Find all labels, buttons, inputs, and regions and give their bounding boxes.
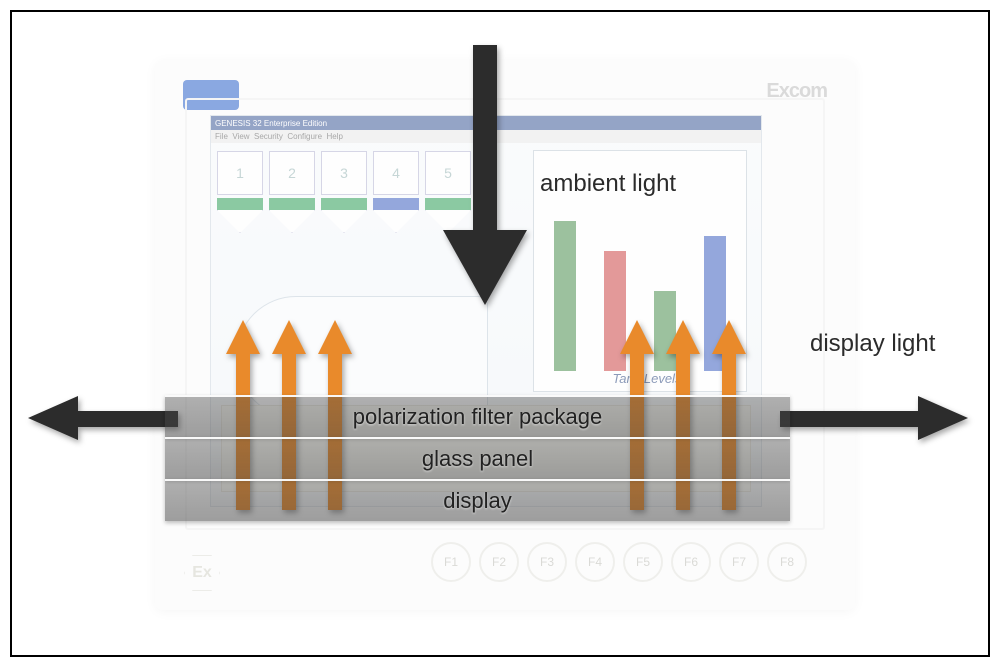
layer-label: display bbox=[443, 488, 511, 514]
ambient-light-label: ambient light bbox=[540, 170, 676, 198]
menu-view: View bbox=[232, 132, 249, 141]
silo: 3 bbox=[321, 151, 367, 233]
layer-stack: polarization filter package glass panel … bbox=[165, 395, 790, 521]
window-title: GENESIS 32 Enterprise Edition bbox=[215, 119, 327, 128]
reflected-left-arrow-icon bbox=[28, 393, 178, 443]
fkey[interactable]: F3 bbox=[527, 542, 567, 582]
function-key-row: F1 F2 F3 F4 F5 F6 F7 F8 bbox=[431, 542, 807, 582]
fkey[interactable]: F4 bbox=[575, 542, 615, 582]
fkey[interactable]: F5 bbox=[623, 542, 663, 582]
reflected-right-arrow-icon bbox=[780, 393, 970, 443]
menu-file: File bbox=[215, 132, 228, 141]
fkey[interactable]: F8 bbox=[767, 542, 807, 582]
menu-security: Security bbox=[254, 132, 283, 141]
layer-glass: glass panel bbox=[165, 437, 790, 479]
menu-configure: Configure bbox=[287, 132, 322, 141]
fkey[interactable]: F6 bbox=[671, 542, 711, 582]
silo: 2 bbox=[269, 151, 315, 233]
fkey[interactable]: F2 bbox=[479, 542, 519, 582]
layer-label: polarization filter package bbox=[353, 404, 602, 430]
ex-mark: Ex bbox=[183, 554, 221, 592]
silo: 4 bbox=[373, 151, 419, 233]
layer-label: glass panel bbox=[422, 446, 533, 472]
silo: 1 bbox=[217, 151, 263, 233]
fkey[interactable]: F7 bbox=[719, 542, 759, 582]
display-light-label: display light bbox=[810, 330, 935, 358]
layer-display: display bbox=[165, 479, 790, 521]
layer-polarization: polarization filter package bbox=[165, 395, 790, 437]
ambient-light-arrow-icon bbox=[435, 45, 535, 310]
fkey[interactable]: F1 bbox=[431, 542, 471, 582]
menu-help: Help bbox=[327, 132, 343, 141]
